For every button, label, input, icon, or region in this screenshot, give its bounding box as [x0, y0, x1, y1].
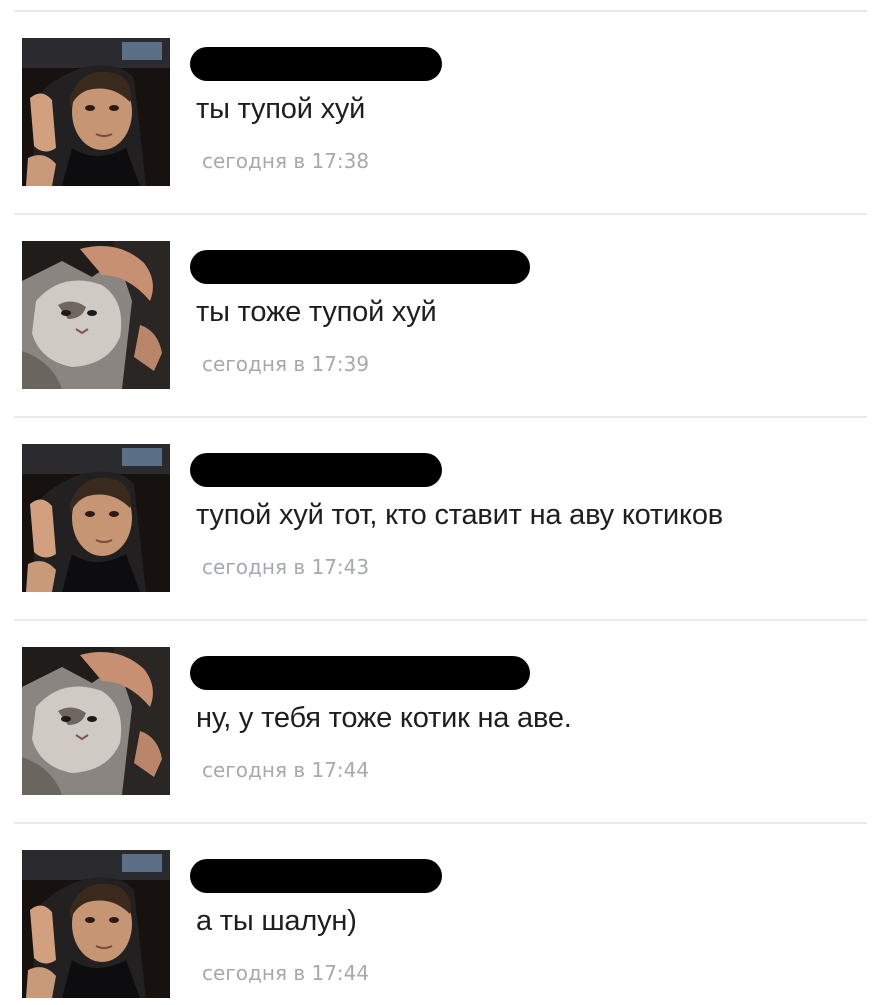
message-text: ну, у тебя тоже котик на аве.: [196, 702, 572, 734]
redacted-sender-name: [190, 47, 442, 81]
redacted-sender-name: [190, 453, 442, 487]
man-photo-avatar[interactable]: [22, 444, 170, 592]
message-timestamp: сегодня в 17:44: [202, 758, 370, 782]
man-photo-avatar[interactable]: [22, 850, 170, 998]
redacted-sender-name: [190, 250, 530, 284]
message-text: тупой хуй тот, кто ставит на аву котиков: [196, 499, 723, 531]
message-text: ты тупой хуй: [196, 93, 366, 125]
cat-photo-avatar[interactable]: [22, 647, 170, 795]
message-text: а ты шалун): [196, 905, 357, 937]
message-divider: [14, 10, 867, 12]
man-photo-avatar[interactable]: [22, 38, 170, 186]
message-timestamp: сегодня в 17:38: [202, 149, 370, 173]
message-item: а ты шалун) сегодня в 17:44: [0, 822, 881, 1005]
message-timestamp: сегодня в 17:44: [202, 961, 370, 985]
message-item: ты тоже тупой хуй сегодня в 17:39: [0, 213, 881, 416]
message-divider: [14, 619, 867, 621]
redacted-sender-name: [190, 859, 442, 893]
message-divider: [14, 822, 867, 824]
redacted-sender-name: [190, 656, 530, 690]
message-item: ты тупой хуй сегодня в 17:38: [0, 10, 881, 213]
message-item: тупой хуй тот, кто ставит на аву котиков…: [0, 416, 881, 619]
message-text: ты тоже тупой хуй: [196, 296, 437, 328]
message-timestamp: сегодня в 17:43: [202, 555, 370, 579]
message-divider: [14, 416, 867, 418]
message-feed: ты тупой хуй сегодня в 17:38 ты тоже туп…: [0, 0, 881, 1005]
message-divider: [14, 213, 867, 215]
cat-photo-avatar[interactable]: [22, 241, 170, 389]
message-timestamp: сегодня в 17:39: [202, 352, 370, 376]
message-item: ну, у тебя тоже котик на аве. сегодня в …: [0, 619, 881, 822]
